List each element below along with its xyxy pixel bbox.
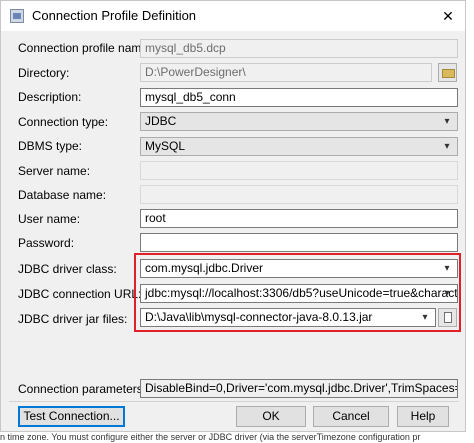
browse-directory-button[interactable] (438, 63, 457, 82)
password-label: Password: (18, 236, 75, 250)
connection-params-label: Connection parameters: (18, 382, 147, 396)
chevron-down-icon: ▾ (444, 141, 450, 152)
cancel-button[interactable]: Cancel (313, 406, 389, 427)
jdbc-settings-highlight (134, 253, 461, 332)
dbms-type-label: DBMS type: (18, 139, 83, 153)
jdbc-jar-label: JDBC driver jar files: (18, 312, 128, 326)
password-field[interactable] (140, 233, 458, 252)
title-bar: Connection Profile Definition ✕ (1, 1, 465, 31)
jdbc-driver-class-label: JDBC driver class: (18, 262, 117, 276)
profile-name-label: Connection profile name: (18, 41, 152, 55)
jdbc-url-label: JDBC connection URL: (18, 287, 142, 301)
user-name-label: User name: (18, 212, 81, 226)
server-name-label: Server name: (18, 164, 91, 178)
dbms-type-value: MySQL (145, 139, 186, 153)
user-name-field[interactable]: root (140, 209, 458, 228)
profile-name-field: mysql_db5.dcp (140, 39, 458, 58)
test-connection-button[interactable]: Test Connection... (18, 406, 125, 427)
connection-type-value: JDBC (145, 114, 177, 128)
help-button[interactable]: Help (397, 406, 449, 427)
folder-icon (442, 69, 455, 78)
connection-params-field[interactable]: DisableBind=0,Driver='com.mysql.jdbc.Dri… (140, 379, 458, 398)
chevron-down-icon: ▾ (444, 116, 450, 127)
connection-type-select[interactable]: JDBC ▾ (140, 112, 458, 131)
divider (9, 401, 459, 402)
database-name-label: Database name: (18, 188, 107, 202)
directory-label: Directory: (18, 66, 70, 80)
directory-field: D:\PowerDesigner\ (140, 63, 432, 82)
database-name-field (140, 185, 458, 204)
ok-button[interactable]: OK (236, 406, 306, 427)
dbms-type-select[interactable]: MySQL ▾ (140, 137, 458, 156)
connection-type-label: Connection type: (18, 115, 109, 129)
connection-profile-dialog: Connection Profile Definition ✕ Connecti… (0, 0, 466, 432)
description-field[interactable]: mysql_db5_conn (140, 88, 458, 107)
description-label: Description: (18, 90, 82, 104)
background-log-text: n time zone. You must configure either t… (0, 432, 421, 442)
connection-profile-icon (10, 9, 24, 23)
dialog-title: Connection Profile Definition (32, 8, 197, 23)
server-name-field (140, 161, 458, 180)
close-icon[interactable]: ✕ (437, 6, 459, 26)
